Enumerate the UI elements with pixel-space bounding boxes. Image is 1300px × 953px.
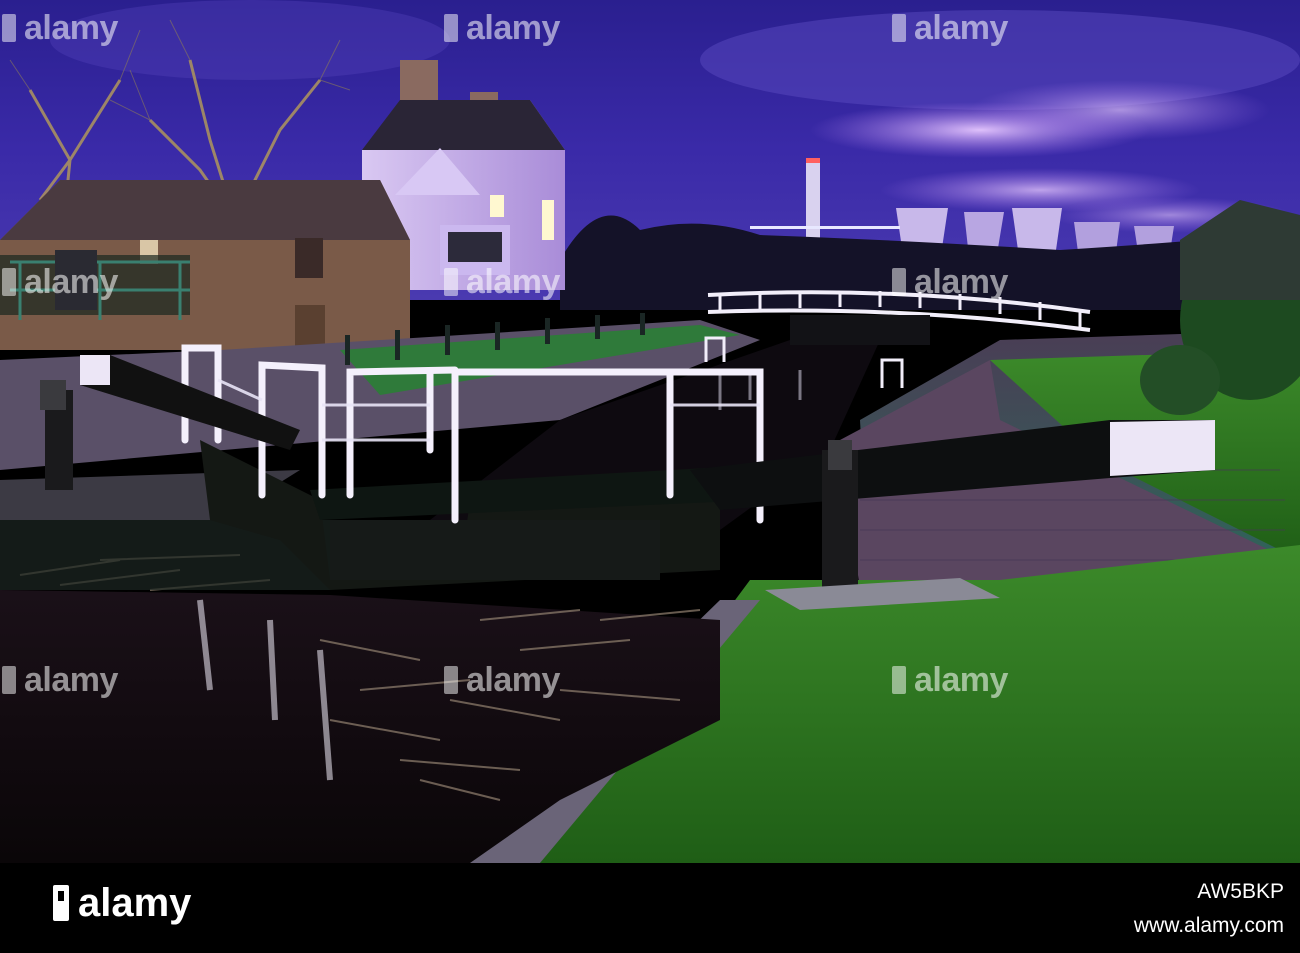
footer-logo[interactable]: alamy bbox=[50, 877, 191, 929]
photo: alamy alamy alamy alamy alamy alamy alam… bbox=[0, 0, 1300, 863]
footer-brand: alamy bbox=[78, 880, 192, 925]
image-code: AW5BKP bbox=[1197, 880, 1284, 903]
alamy-logo-icon bbox=[53, 885, 69, 921]
footer-info: AW5BKP www.alamy.com bbox=[1134, 875, 1284, 943]
site-url[interactable]: www.alamy.com bbox=[1134, 909, 1284, 943]
footer-bar bbox=[0, 863, 1300, 953]
canal-lock-night-scene bbox=[0, 0, 1300, 863]
